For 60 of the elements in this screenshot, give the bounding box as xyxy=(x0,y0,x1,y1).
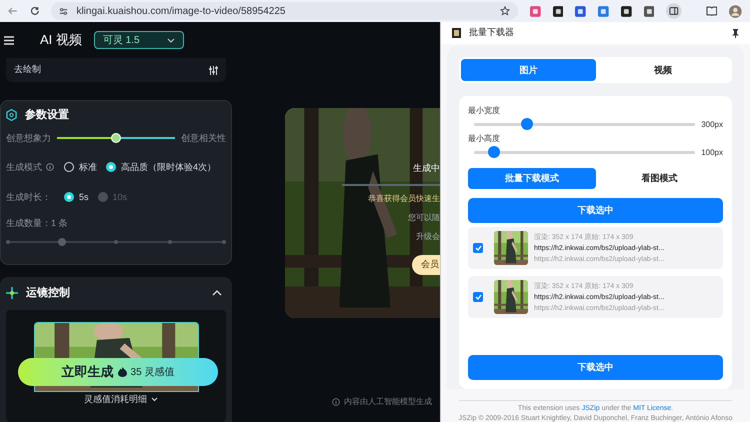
notice-text: 恭喜获得会员快速生 xyxy=(368,192,440,204)
mode-tab[interactable]: 看图模式 xyxy=(596,168,723,189)
slider-label: 最小宽度 xyxy=(468,105,501,116)
flame-icon xyxy=(118,367,127,377)
generate-button[interactable]: 立即生成 35 灵感值 xyxy=(18,358,218,386)
extension-icon[interactable] xyxy=(552,6,564,16)
slider-value: 300px xyxy=(701,118,723,130)
checkbox[interactable] xyxy=(473,292,483,302)
slider-value: 100px xyxy=(701,146,723,158)
notice-text: 您可以随 xyxy=(408,212,440,224)
url-text: klingai.kuaishou.com/image-to-video/58954225 xyxy=(76,4,286,18)
field-label: 生成时长： xyxy=(6,191,52,203)
site-settings-icon[interactable] xyxy=(59,6,68,16)
bookmark-star-icon[interactable] xyxy=(500,6,510,16)
tab[interactable]: 图片 xyxy=(461,59,596,81)
slider-thumb[interactable] xyxy=(111,133,121,143)
slider-label: 最小高度 xyxy=(468,133,501,144)
field-label: 生成数量：1 条 xyxy=(6,217,69,229)
reload-icon[interactable] xyxy=(30,6,40,16)
notice-text: 升级会 xyxy=(416,230,440,242)
pin-icon[interactable] xyxy=(732,28,739,38)
sliders-icon[interactable] xyxy=(209,66,218,74)
cost-detail-link[interactable]: 灵感值消耗明细 xyxy=(84,394,158,405)
reading-list-icon[interactable] xyxy=(706,6,718,16)
slider-label: 创意想象力 xyxy=(6,132,51,144)
checkbox[interactable] xyxy=(473,243,483,253)
download-selected-button[interactable]: 下载选中 xyxy=(468,198,723,223)
slider-thumb[interactable] xyxy=(521,118,534,130)
address-bar[interactable]: klingai.kuaishou.com/image-to-video/58954225 xyxy=(51,2,518,20)
chevron-up-icon[interactable] xyxy=(212,290,222,296)
disclaimer-text: 内容由人工智能模型生成 xyxy=(344,396,432,408)
side-panel-icon[interactable] xyxy=(666,3,682,19)
radio-option[interactable]: 5s xyxy=(64,191,89,203)
slider-thumb[interactable] xyxy=(488,146,500,158)
extension-logo-icon xyxy=(452,28,461,38)
section-title: 运镜控制 xyxy=(26,286,71,301)
slider-thumb[interactable] xyxy=(58,238,66,246)
model-dropdown[interactable]: 可灵 1.5 xyxy=(94,31,184,49)
info-icon[interactable] xyxy=(46,163,54,171)
chevron-down-icon xyxy=(166,38,175,42)
profile-avatar[interactable] xyxy=(729,4,742,18)
radio-option[interactable]: 高品质（限时体验4次） xyxy=(106,161,216,173)
hexagon-icon xyxy=(6,109,17,121)
field-label: 生成模式 xyxy=(6,161,42,173)
section-title: 参数设置 xyxy=(25,109,69,121)
extension-icon[interactable] xyxy=(620,6,632,16)
info-icon xyxy=(332,398,340,406)
mode-tab[interactable]: 批量下载模式 xyxy=(468,168,596,189)
menu-icon[interactable] xyxy=(4,36,14,44)
slider-label: 创意相关性 xyxy=(181,132,226,144)
status-text: 生成中 xyxy=(413,162,440,175)
tab[interactable]: 视频 xyxy=(596,59,730,81)
redraw-button[interactable]: 去绘制 xyxy=(6,58,226,82)
radio-option[interactable]: 标准 xyxy=(64,161,97,173)
download-selected-button[interactable]: 下载选中 xyxy=(468,355,723,380)
page-title: AI 视频 xyxy=(40,31,82,50)
move-icon xyxy=(6,287,18,299)
extension-icon[interactable] xyxy=(644,6,654,16)
panel-title: 批量下载器 xyxy=(469,26,515,40)
chevron-down-icon xyxy=(151,397,158,402)
